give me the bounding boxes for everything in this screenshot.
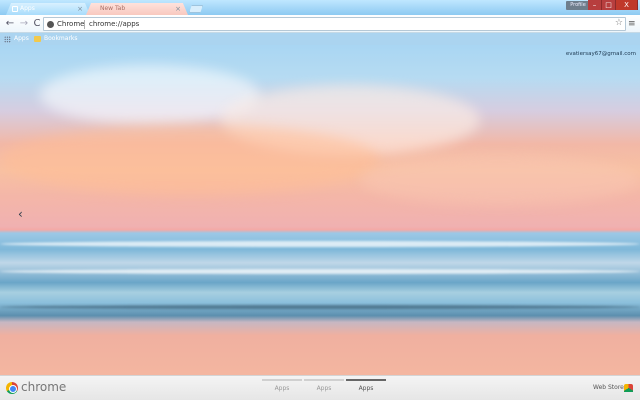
reload-button[interactable]: C xyxy=(30,17,44,31)
tab-strip: Apps × New Tab × Profile – □ X xyxy=(0,0,640,15)
bookmark-label: Bookmarks xyxy=(44,35,78,42)
back-button[interactable]: ← xyxy=(3,17,17,31)
account-email[interactable]: evatiersay67@gmail.com xyxy=(566,51,636,57)
toolbar: ← → C Chrome chrome://apps ☆ ≡ xyxy=(0,15,640,33)
new-tab-button[interactable] xyxy=(189,5,203,13)
page-label: Apps xyxy=(274,385,290,392)
page-indicator-bar xyxy=(262,379,302,381)
page-indicator-bar xyxy=(346,379,386,381)
page-switcher: Apps Apps Apps xyxy=(262,379,388,392)
web-store-icon[interactable] xyxy=(624,384,633,392)
chrome-logo-icon xyxy=(6,382,18,394)
url-text[interactable]: chrome://apps xyxy=(89,18,139,30)
folder-icon xyxy=(34,36,41,42)
page-tab-apps-2[interactable]: Apps xyxy=(304,379,344,392)
minimize-button[interactable]: – xyxy=(588,0,602,10)
page-label: Apps xyxy=(316,385,332,392)
tab-apps[interactable]: Apps × xyxy=(6,3,90,15)
chrome-page-icon xyxy=(47,21,54,28)
page-label: Apps xyxy=(358,385,374,392)
window-controls: – □ X xyxy=(588,0,638,10)
tab-close-icon[interactable]: × xyxy=(77,3,83,15)
brand-text: chrome xyxy=(21,380,67,394)
web-store-link[interactable]: Web Store xyxy=(593,384,624,391)
cloud xyxy=(360,155,640,205)
tab-label: New Tab xyxy=(100,5,126,12)
page-tab-apps-3[interactable]: Apps xyxy=(346,379,386,392)
bookmarks-bar: Apps Bookmarks xyxy=(0,33,640,45)
apps-page-background: evatiersay67@gmail.com ‹ xyxy=(0,45,640,375)
page-indicator-bar xyxy=(304,379,344,381)
profile-button[interactable]: Profile xyxy=(566,1,590,10)
bookmark-apps[interactable]: Apps xyxy=(4,34,29,44)
tab-label: Apps xyxy=(20,5,35,12)
previous-page-arrow-icon[interactable]: ‹ xyxy=(18,207,23,221)
maximize-button[interactable]: □ xyxy=(602,0,616,10)
bookmark-star-icon[interactable]: ☆ xyxy=(615,17,623,29)
cloud xyxy=(0,125,380,195)
wave xyxy=(0,305,640,309)
omnibox-divider xyxy=(84,20,85,29)
omnibox[interactable]: Chrome chrome://apps ☆ xyxy=(43,17,626,31)
wave xyxy=(0,241,640,247)
bookmark-folder[interactable]: Bookmarks xyxy=(34,34,78,44)
forward-button[interactable]: → xyxy=(17,17,31,31)
apps-grid-icon xyxy=(4,36,11,43)
chrome-menu-icon[interactable]: ≡ xyxy=(628,19,636,29)
apps-footer: chrome Apps Apps Apps Web Store xyxy=(0,375,640,400)
page-tab-apps-1[interactable]: Apps xyxy=(262,379,302,392)
tab-favicon-icon xyxy=(12,6,18,12)
close-window-button[interactable]: X xyxy=(616,0,638,10)
tab-new-tab[interactable]: New Tab × xyxy=(86,3,188,15)
omnibox-chip: Chrome xyxy=(57,20,85,28)
bookmark-label: Apps xyxy=(14,35,29,42)
wave xyxy=(0,269,640,274)
tab-close-icon[interactable]: × xyxy=(175,3,181,15)
